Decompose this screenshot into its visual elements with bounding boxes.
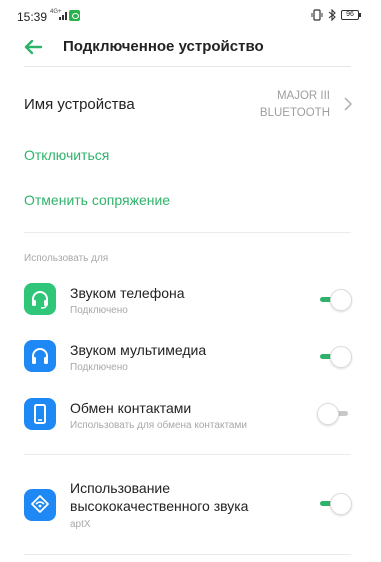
section-title: Использовать для xyxy=(24,253,109,264)
device-name-line1: MAJOR III xyxy=(276,90,330,102)
back-arrow-icon[interactable] xyxy=(20,34,46,60)
section-divider xyxy=(24,232,351,233)
page-title: Подключенное устройство xyxy=(63,38,264,55)
toggle-knob xyxy=(317,403,339,425)
profile-title: Звуком мультимедиа xyxy=(70,342,207,358)
header-divider xyxy=(24,66,351,67)
profile-title-line1: Использование xyxy=(70,480,171,496)
profile-row-media-audio[interactable]: Звуком мультимедиа Подключено xyxy=(0,340,381,390)
headset-icon xyxy=(24,283,56,315)
bluetooth-icon xyxy=(328,9,336,21)
hq-audio-icon xyxy=(24,489,56,521)
phone-icon xyxy=(24,398,56,430)
whatsapp-icon xyxy=(69,10,80,21)
profile-row-phone-audio[interactable]: Звуком телефона Подключено xyxy=(0,283,381,333)
media-audio-toggle[interactable] xyxy=(318,346,352,368)
hq-audio-toggle[interactable] xyxy=(318,493,352,515)
chevron-right-icon xyxy=(344,97,352,111)
status-time: 15:39 xyxy=(17,10,48,24)
device-name-line2: BLUETOOTH xyxy=(259,107,330,119)
section-divider xyxy=(24,454,351,455)
disconnect-button[interactable]: Отключиться xyxy=(24,147,109,163)
device-name-row[interactable]: Имя устройства MAJOR III BLUETOOTH xyxy=(0,80,381,130)
phone-audio-toggle[interactable] xyxy=(318,289,352,311)
toggle-knob xyxy=(330,346,352,368)
toolbar: Подключенное устройство xyxy=(0,30,381,66)
device-name-label: Имя устройства xyxy=(24,96,135,113)
profile-subtitle: Использовать для обмена контактами xyxy=(70,420,247,431)
profile-subtitle: Подключено xyxy=(70,362,128,373)
profile-row-contacts[interactable]: Обмен контактами Использовать для обмена… xyxy=(0,398,381,448)
device-name-value: MAJOR III BLUETOOTH xyxy=(230,88,330,122)
profile-title: Звуком телефона xyxy=(70,285,185,301)
profile-row-hq-audio[interactable]: Использование высококачественного звука … xyxy=(0,479,381,535)
profile-subtitle: aptX xyxy=(70,519,91,530)
vibrate-icon xyxy=(311,9,323,21)
toggle-knob xyxy=(330,493,352,515)
bottom-divider xyxy=(24,554,351,555)
contacts-toggle[interactable] xyxy=(317,403,352,425)
profile-subtitle: Подключено xyxy=(70,305,128,316)
unpair-button[interactable]: Отменить сопряжение xyxy=(24,192,170,208)
signal-icon xyxy=(59,12,67,20)
status-bar: 15:39 4G+ 96 xyxy=(0,0,381,30)
toggle-knob xyxy=(330,289,352,311)
headphones-icon xyxy=(24,340,56,372)
battery-icon: 96 xyxy=(341,10,361,20)
profile-title: Обмен контактами xyxy=(70,400,192,416)
profile-title-line2: высококачественного звука xyxy=(70,498,249,514)
